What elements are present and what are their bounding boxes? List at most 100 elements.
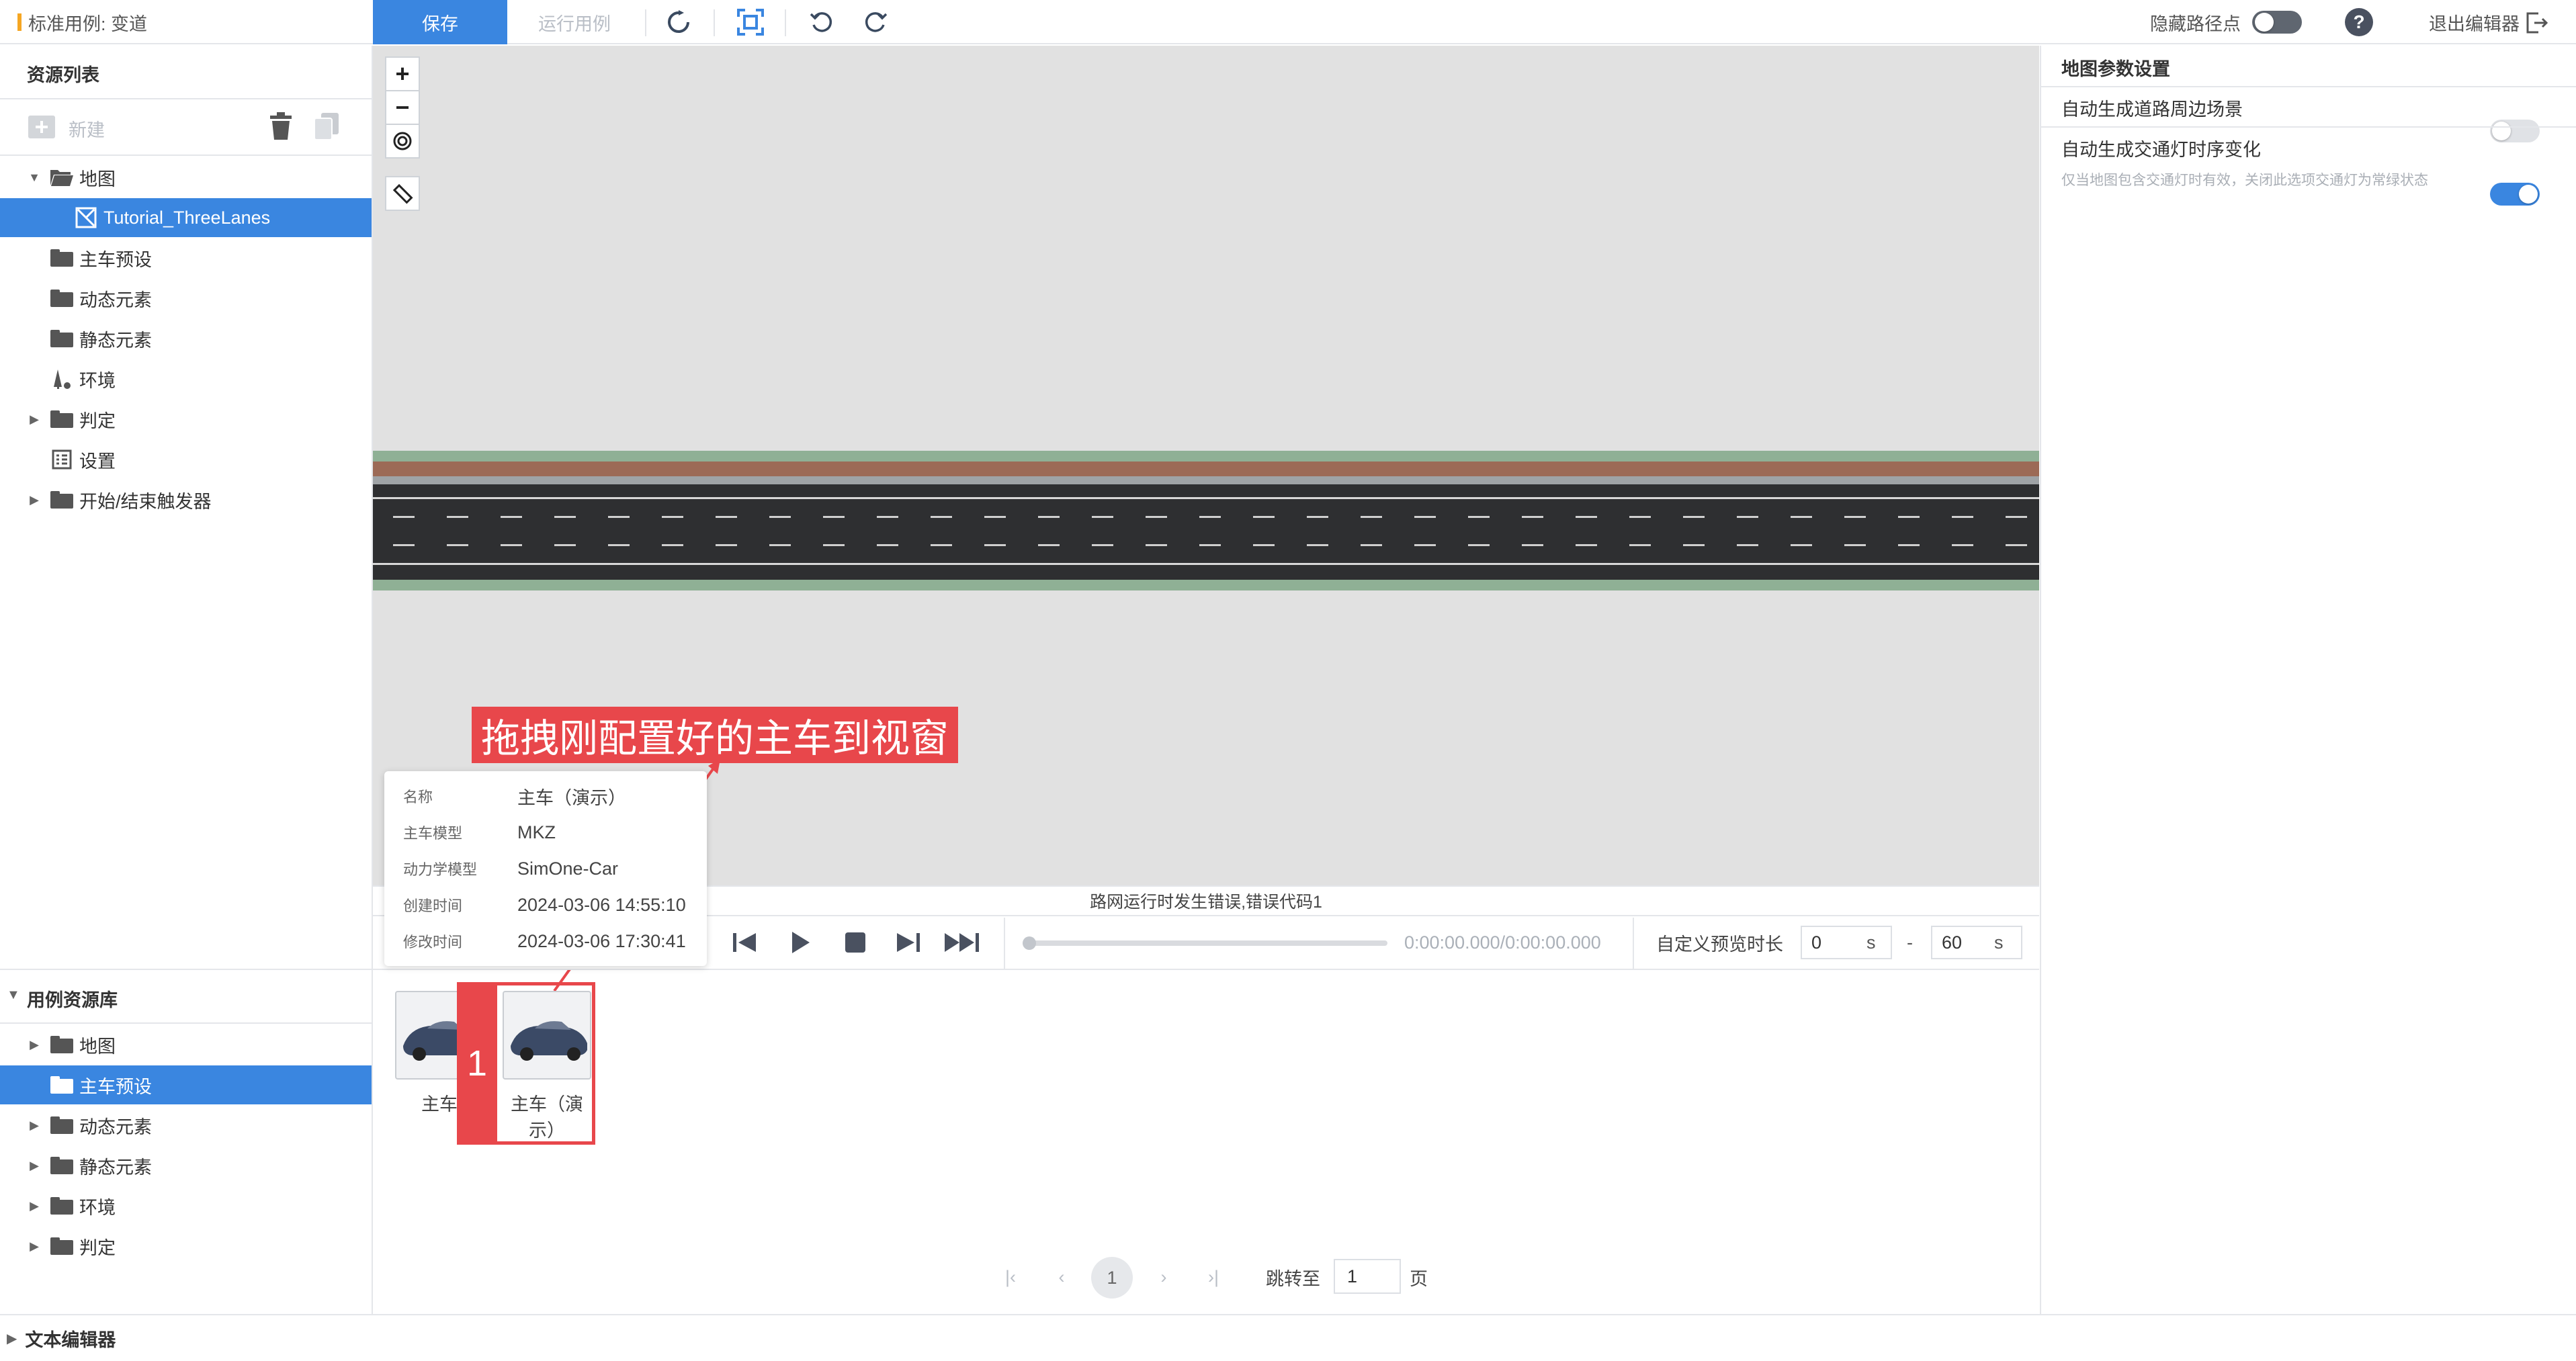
expand-arrow-icon[interactable]: ▶ <box>27 1239 42 1254</box>
step-back-icon[interactable] <box>731 928 759 957</box>
folder-icon <box>50 409 74 429</box>
expand-arrow-icon[interactable]: ▶ <box>27 493 42 507</box>
collapse-arrow-icon[interactable]: ▼ <box>7 987 20 1003</box>
expand-arrow-icon[interactable]: ▶ <box>27 1159 42 1173</box>
info-key: 修改时间 <box>403 934 463 951</box>
breadcrumb-marker <box>17 13 22 31</box>
prev-page-icon[interactable]: ‹ <box>1048 1258 1075 1296</box>
lane-dash <box>931 516 952 518</box>
expand-arrow-icon[interactable]: ▶ <box>27 1199 42 1213</box>
tree-item-label: 设置 <box>79 451 116 472</box>
tree-item-map[interactable]: ▼ 地图 <box>0 158 372 197</box>
undo-icon[interactable] <box>805 5 839 39</box>
progress-track[interactable] <box>1028 940 1387 946</box>
tree-item-triggers[interactable]: ▶ 开始/结束触发器 <box>0 480 372 519</box>
library-item-environment[interactable]: ▶ 环境 <box>0 1186 372 1225</box>
lane-dash <box>1414 544 1436 546</box>
resource-list-title: 资源列表 <box>27 65 99 85</box>
lane-dash <box>877 544 898 546</box>
preview-end-input[interactable]: 60 <box>1931 926 2022 959</box>
lane-dash <box>1898 516 1920 518</box>
unit-label: s <box>1994 932 2004 953</box>
folder-icon <box>50 1155 74 1176</box>
exit-editor-label[interactable]: 退出编辑器 <box>2429 0 2520 44</box>
lane-dash <box>608 516 630 518</box>
tree-item-static-elements[interactable]: 静态元素 <box>0 319 372 358</box>
expand-arrow-icon[interactable]: ▶ <box>27 1118 42 1133</box>
lane-dash <box>501 544 522 546</box>
folder-icon <box>50 1075 74 1095</box>
text-editor-label[interactable]: 文本编辑器 <box>25 1325 116 1352</box>
lane-dash <box>1146 516 1167 518</box>
lane-dash <box>1522 544 1543 546</box>
lane-dash <box>1361 516 1382 518</box>
auto-traffic-light-toggle[interactable] <box>2490 183 2540 206</box>
step-forward-icon[interactable] <box>894 928 922 957</box>
tree-item-settings[interactable]: 设置 <box>0 440 372 479</box>
lane-dash <box>1576 544 1597 546</box>
fast-forward-icon[interactable] <box>943 928 981 957</box>
toolbar-divider <box>785 9 786 36</box>
delete-icon[interactable] <box>267 112 294 141</box>
toggle-knob <box>2519 185 2538 204</box>
preview-start-input[interactable]: 0 <box>1801 926 1892 959</box>
lane-dash <box>1253 544 1275 546</box>
folder-icon <box>50 1115 74 1135</box>
fit-view-icon[interactable] <box>734 5 767 39</box>
info-key: 主车模型 <box>403 825 463 842</box>
library-item-ego-presets[interactable]: 主车预设 <box>0 1065 372 1104</box>
lane-dash <box>931 544 952 546</box>
help-icon[interactable]: ? <box>2344 7 2374 38</box>
toolbar-divider <box>645 9 646 36</box>
first-page-icon[interactable]: |‹ <box>997 1258 1024 1296</box>
next-page-icon[interactable]: › <box>1150 1258 1177 1296</box>
library-item-static-elements[interactable]: ▶ 静态元素 <box>0 1146 372 1185</box>
folder-icon <box>50 1035 74 1055</box>
page-number-current[interactable]: 1 <box>1091 1257 1133 1299</box>
play-icon[interactable] <box>786 928 814 957</box>
settings-icon <box>50 449 74 470</box>
page-jump-input[interactable]: 1 <box>1334 1259 1401 1294</box>
progress-handle[interactable] <box>1023 936 1036 950</box>
option-label: 自动生成道路周边场景 <box>2061 99 2243 120</box>
library-item-map[interactable]: ▶ 地图 <box>0 1025 372 1064</box>
last-page-icon[interactable]: ›| <box>1200 1258 1227 1296</box>
loading-icon[interactable] <box>662 5 695 39</box>
expand-arrow-icon[interactable]: ▶ <box>27 412 42 427</box>
lane-dash <box>1952 544 1973 546</box>
lane-dash <box>1038 544 1060 546</box>
tree-item-dynamic-elements[interactable]: 动态元素 <box>0 279 372 318</box>
info-row: 名称 主车（演示） <box>384 778 707 814</box>
copy-icon[interactable] <box>313 112 340 141</box>
hide-waypoints-toggle[interactable] <box>2252 11 2302 34</box>
tree-item-environment[interactable]: 环境 <box>0 359 372 398</box>
expand-arrow-icon[interactable]: ▶ <box>27 1038 42 1052</box>
tree-item-tutorial-threelanes[interactable]: Tutorial_ThreeLanes <box>0 198 372 237</box>
library-item-judgement[interactable]: ▶ 判定 <box>0 1227 372 1266</box>
stop-icon[interactable] <box>841 928 869 957</box>
lane-dash <box>1092 544 1113 546</box>
library-item-dynamic-elements[interactable]: ▶ 动态元素 <box>0 1106 372 1145</box>
lane-dash <box>1791 544 1812 546</box>
redo-icon[interactable] <box>859 5 892 39</box>
save-button[interactable]: 保存 <box>373 0 507 44</box>
tree-item-ego-presets[interactable]: 主车预设 <box>0 238 372 277</box>
lane-dash <box>1199 516 1221 518</box>
lane-dash <box>1522 516 1543 518</box>
lane-dash <box>984 516 1006 518</box>
new-icon[interactable] <box>27 112 59 141</box>
tree-item-label: 开始/结束触发器 <box>79 491 212 512</box>
expand-arrow-icon[interactable]: ▼ <box>27 171 42 185</box>
divider <box>0 155 372 156</box>
lane-dash <box>608 544 630 546</box>
breadcrumb: 标准用例: 变道 <box>17 0 147 44</box>
tree-item-judgement[interactable]: ▶ 判定 <box>0 400 372 439</box>
jump-to-label: 跳转至 <box>1266 1268 1320 1289</box>
step-badge: 1 <box>457 982 497 1145</box>
info-value: SimOne-Car <box>517 858 619 879</box>
exit-icon[interactable] <box>2525 11 2549 35</box>
new-button[interactable]: 新建 <box>69 116 105 142</box>
run-case-button[interactable]: 运行用例 <box>511 0 638 44</box>
expand-arrow-icon[interactable]: ▶ <box>7 1330 17 1347</box>
option-auto-traffic-light: 自动生成交通灯时序变化 <box>2040 129 2576 167</box>
